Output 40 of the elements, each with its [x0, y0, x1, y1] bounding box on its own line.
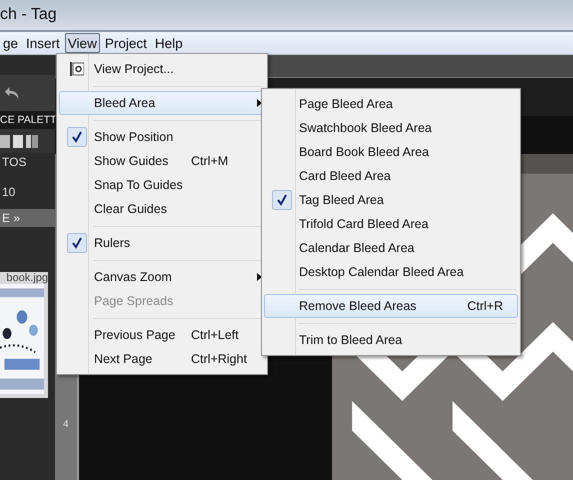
page-label: E » — [2, 211, 20, 225]
menu-item[interactable]: View Project... — [59, 57, 265, 81]
thumbnail-caption: book.jpg — [5, 272, 48, 284]
submenu-arrow-icon — [257, 273, 262, 281]
menu-item[interactable]: Next Page Ctrl+Right — [59, 347, 265, 371]
menu-item[interactable]: Previous Page Ctrl+Left — [59, 323, 265, 347]
menu-item[interactable]: Remove Bleed Areas Ctrl+R — [264, 294, 518, 318]
palette-header: CE PALETT — [0, 111, 55, 129]
menu-item[interactable]: Show Guides Ctrl+M — [59, 149, 265, 173]
menu-item[interactable]: Calendar Bleed Area — [264, 236, 518, 260]
menu-item[interactable]: Snap To Guides — [59, 173, 265, 197]
menu-item[interactable]: ge — [0, 33, 22, 53]
menu-item[interactable]: Canvas Zoom — [59, 265, 265, 289]
menu-item[interactable]: Project — [102, 33, 150, 53]
menu-item[interactable]: Card Bleed Area — [264, 164, 518, 188]
section-label: TOS — [1, 154, 28, 171]
project-icon — [70, 62, 84, 76]
menu-item[interactable]: Clear Guides — [59, 197, 265, 221]
menu-item[interactable]: Help — [152, 33, 186, 53]
check-icon — [272, 190, 292, 210]
check-icon — [67, 233, 87, 253]
menu-item[interactable]: View — [64, 33, 100, 53]
page-bar[interactable]: E » — [0, 209, 55, 227]
thumbnail[interactable]: book.jpg — [0, 272, 48, 398]
check-icon — [67, 127, 87, 147]
layout-icons[interactable] — [0, 133, 40, 149]
menu-item[interactable]: Desktop Calendar Bleed Area — [264, 260, 518, 284]
menu-item[interactable]: Trifold Card Bleed Area — [264, 212, 518, 236]
menu-item[interactable]: Tag Bleed Area — [264, 188, 518, 212]
menu-item[interactable]: Page Bleed Area — [264, 92, 518, 116]
menu-item[interactable]: Board Book Bleed Area — [264, 140, 518, 164]
menu-item[interactable]: Rulers — [59, 231, 265, 255]
menu-item[interactable]: Show Position — [59, 125, 265, 149]
menu-item[interactable]: Insert — [23, 33, 63, 53]
count-label: 10 — [1, 184, 16, 201]
menu-item[interactable]: Swatchbook Bleed Area — [264, 116, 518, 140]
menu-item[interactable]: Trim to Bleed Area — [264, 328, 518, 352]
submenu-arrow-icon — [257, 99, 262, 107]
window-title: ch - Tag — [0, 6, 57, 24]
ruler-label: 4 — [63, 419, 69, 430]
